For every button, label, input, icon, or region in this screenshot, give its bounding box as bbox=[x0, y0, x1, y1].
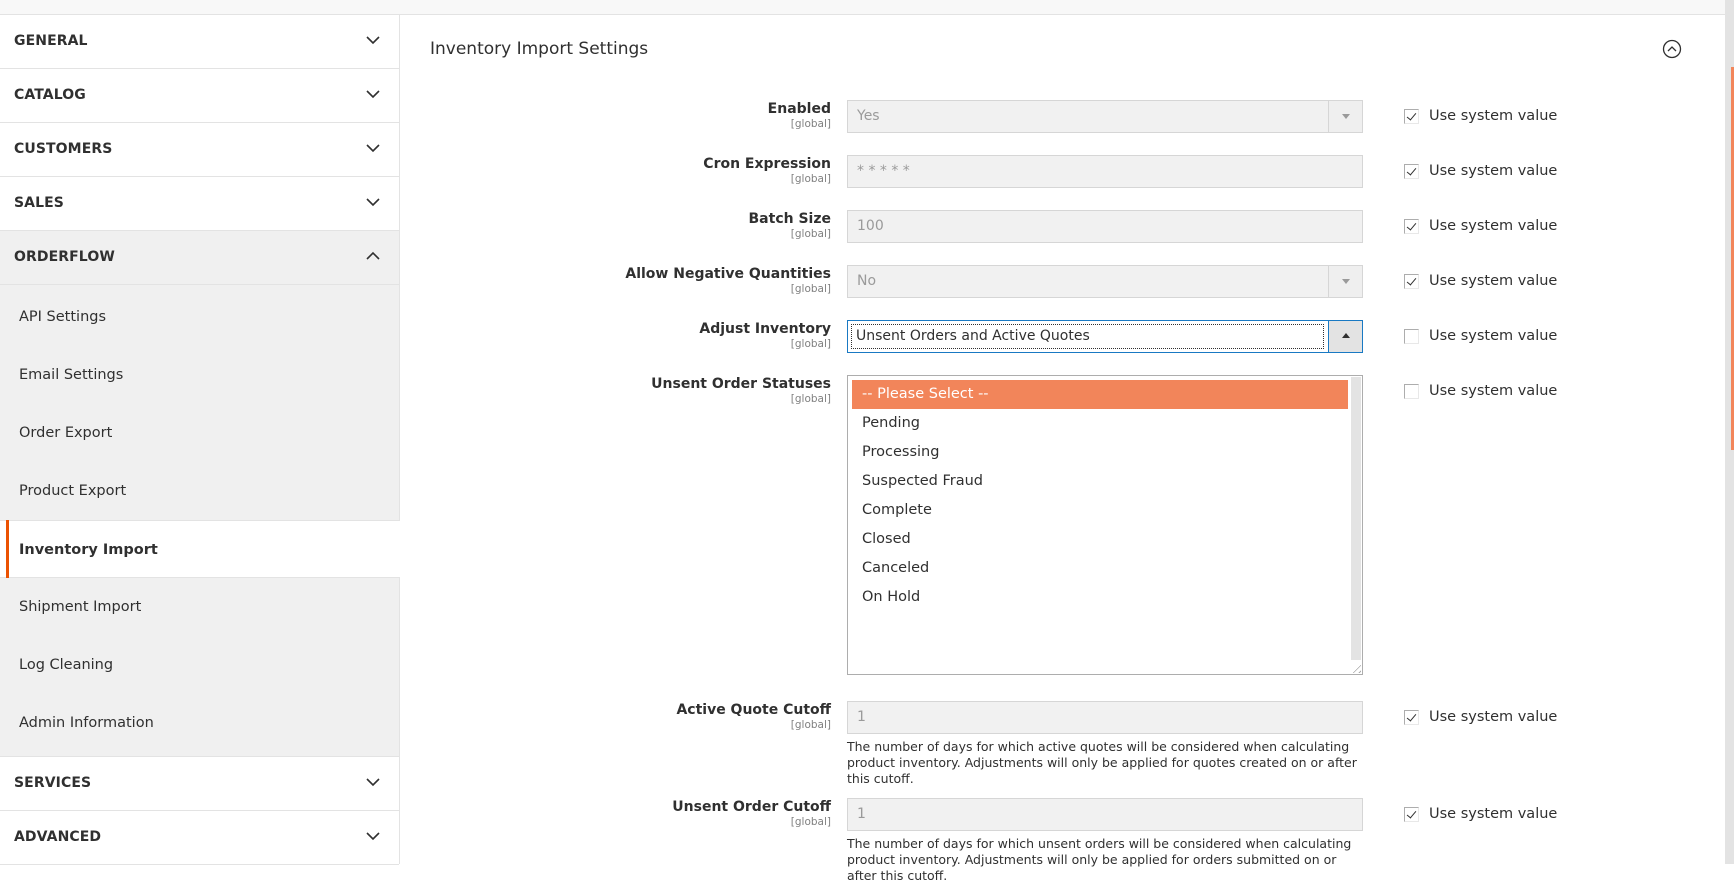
chevron-down-icon bbox=[366, 198, 380, 207]
chevron-down-icon bbox=[366, 778, 380, 787]
sidebar-section-services[interactable]: SERVICES bbox=[0, 757, 399, 811]
sidebar-section-orderflow[interactable]: ORDERFLOW bbox=[0, 231, 399, 285]
page-scrollbar[interactable] bbox=[1725, 0, 1734, 864]
item-label: Log Cleaning bbox=[19, 657, 114, 673]
unsent-order-cutoff-input[interactable]: 1 bbox=[847, 798, 1363, 831]
scope-label: [global] bbox=[790, 719, 831, 731]
field-label: Cron Expression bbox=[703, 156, 831, 172]
field-label: Adjust Inventory bbox=[699, 321, 831, 337]
scope-label: [global] bbox=[790, 393, 831, 405]
page-title: Inventory Import Settings bbox=[430, 39, 649, 59]
status-option[interactable]: Suspected Fraud bbox=[852, 467, 1348, 496]
checkbox[interactable] bbox=[1404, 273, 1419, 289]
field-label: Active Quote Cutoff bbox=[676, 702, 831, 718]
field-label: Allow Negative Quantities bbox=[625, 266, 831, 282]
status-option[interactable]: Processing bbox=[852, 438, 1348, 467]
sidebar-item-admin-information[interactable]: Admin Information bbox=[0, 694, 399, 752]
scope-label: [global] bbox=[790, 338, 831, 350]
top-bar bbox=[0, 0, 1725, 15]
item-label: Shipment Import bbox=[19, 599, 142, 615]
active-quote-cutoff-input[interactable]: 1 bbox=[847, 701, 1363, 734]
checkbox[interactable] bbox=[1404, 806, 1419, 822]
checkbox[interactable] bbox=[1404, 383, 1419, 399]
item-label: Inventory Import bbox=[19, 542, 158, 558]
item-label: API Settings bbox=[19, 309, 107, 325]
sidebar-section-customers[interactable]: CUSTOMERS bbox=[0, 123, 399, 177]
main-content: Inventory Import Settings Enabled [global… bbox=[400, 15, 1725, 883]
sidebar-item-email-settings[interactable]: Email Settings bbox=[0, 346, 399, 404]
field-label: Batch Size bbox=[748, 211, 831, 227]
config-sidebar: GENERAL CATALOG CUSTOMERS SALES ORDERFLO… bbox=[0, 15, 400, 865]
scope-label: [global] bbox=[790, 228, 831, 240]
section-label: SERVICES bbox=[14, 775, 92, 791]
status-option[interactable]: On Hold bbox=[852, 583, 1348, 612]
status-option[interactable]: Canceled bbox=[852, 554, 1348, 583]
resize-handle-icon[interactable] bbox=[1349, 661, 1361, 673]
enabled-select[interactable]: Yes bbox=[847, 100, 1363, 133]
orderflow-submenu: API Settings Email Settings Order Export… bbox=[0, 285, 400, 757]
field-label: Unsent Order Cutoff bbox=[672, 799, 831, 815]
sidebar-item-shipment-import[interactable]: Shipment Import bbox=[0, 578, 399, 636]
section-label: GENERAL bbox=[14, 33, 88, 49]
section-label: CATALOG bbox=[14, 87, 86, 103]
scrollbar[interactable] bbox=[1351, 377, 1361, 660]
chevron-down-icon bbox=[366, 832, 380, 841]
use-system-value-batch-size[interactable]: Use system value bbox=[1404, 218, 1557, 234]
checkbox[interactable] bbox=[1404, 328, 1419, 344]
item-label: Order Export bbox=[19, 425, 113, 441]
section-label: CUSTOMERS bbox=[14, 141, 113, 157]
scope-label: [global] bbox=[790, 173, 831, 185]
field-note: The number of days for which unsent orde… bbox=[847, 836, 1352, 883]
use-system-value-adjust-inventory[interactable]: Use system value bbox=[1404, 328, 1557, 344]
sidebar-item-api-settings[interactable]: API Settings bbox=[0, 288, 399, 346]
chevron-down-icon bbox=[366, 144, 380, 153]
use-system-value-unsent-statuses[interactable]: Use system value bbox=[1404, 383, 1557, 399]
checkbox[interactable] bbox=[1404, 108, 1419, 124]
sidebar-section-sales[interactable]: SALES bbox=[0, 177, 399, 231]
use-system-value-allow-negative[interactable]: Use system value bbox=[1404, 273, 1557, 289]
chevron-down-icon bbox=[366, 90, 380, 99]
scope-label: [global] bbox=[790, 816, 831, 828]
field-label: Unsent Order Statuses bbox=[651, 376, 831, 392]
status-option[interactable]: Complete bbox=[852, 496, 1348, 525]
field-note: The number of days for which active quot… bbox=[847, 739, 1357, 786]
sidebar-item-inventory-import[interactable]: Inventory Import bbox=[0, 520, 400, 578]
sidebar-item-order-export[interactable]: Order Export bbox=[0, 404, 399, 462]
section-label: ADVANCED bbox=[14, 829, 102, 845]
collapse-section-icon[interactable] bbox=[1662, 39, 1682, 59]
scope-label: [global] bbox=[790, 283, 831, 295]
chevron-up-icon bbox=[366, 251, 380, 260]
item-label: Admin Information bbox=[19, 715, 154, 731]
section-label: ORDERFLOW bbox=[14, 249, 115, 265]
dropdown-arrow-icon bbox=[1328, 101, 1362, 132]
use-system-value-unsent-order-cutoff[interactable]: Use system value bbox=[1404, 806, 1557, 822]
batch-size-input[interactable]: 100 bbox=[847, 210, 1363, 243]
use-system-value-enabled[interactable]: Use system value bbox=[1404, 108, 1557, 124]
status-option[interactable]: -- Please Select -- bbox=[852, 380, 1348, 409]
chevron-down-icon bbox=[366, 36, 380, 45]
status-option[interactable]: Pending bbox=[852, 409, 1348, 438]
use-system-value-cron[interactable]: Use system value bbox=[1404, 163, 1557, 179]
sidebar-item-log-cleaning[interactable]: Log Cleaning bbox=[0, 636, 399, 694]
sidebar-section-advanced[interactable]: ADVANCED bbox=[0, 811, 399, 865]
sidebar-section-general[interactable]: GENERAL bbox=[0, 15, 399, 69]
dropdown-arrow-up-icon bbox=[1328, 321, 1362, 352]
item-label: Product Export bbox=[19, 483, 127, 499]
adjust-inventory-select[interactable]: Unsent Orders and Active Quotes bbox=[847, 320, 1363, 353]
checkbox[interactable] bbox=[1404, 163, 1419, 179]
scope-label: [global] bbox=[790, 118, 831, 130]
checkbox[interactable] bbox=[1404, 709, 1419, 725]
sidebar-item-product-export[interactable]: Product Export bbox=[0, 462, 399, 520]
unsent-statuses-multiselect[interactable]: -- Please Select -- Pending Processing Susp… bbox=[847, 375, 1363, 675]
use-system-value-active-quote-cutoff[interactable]: Use system value bbox=[1404, 709, 1557, 725]
cron-expression-input[interactable]: * * * * * bbox=[847, 155, 1363, 188]
dropdown-arrow-icon bbox=[1328, 266, 1362, 297]
item-label: Email Settings bbox=[19, 367, 124, 383]
checkbox[interactable] bbox=[1404, 218, 1419, 234]
sidebar-section-catalog[interactable]: CATALOG bbox=[0, 69, 399, 123]
allow-negative-select[interactable]: No bbox=[847, 265, 1363, 298]
status-option[interactable]: Closed bbox=[852, 525, 1348, 554]
field-label: Enabled bbox=[767, 101, 831, 117]
section-label: SALES bbox=[14, 195, 64, 211]
